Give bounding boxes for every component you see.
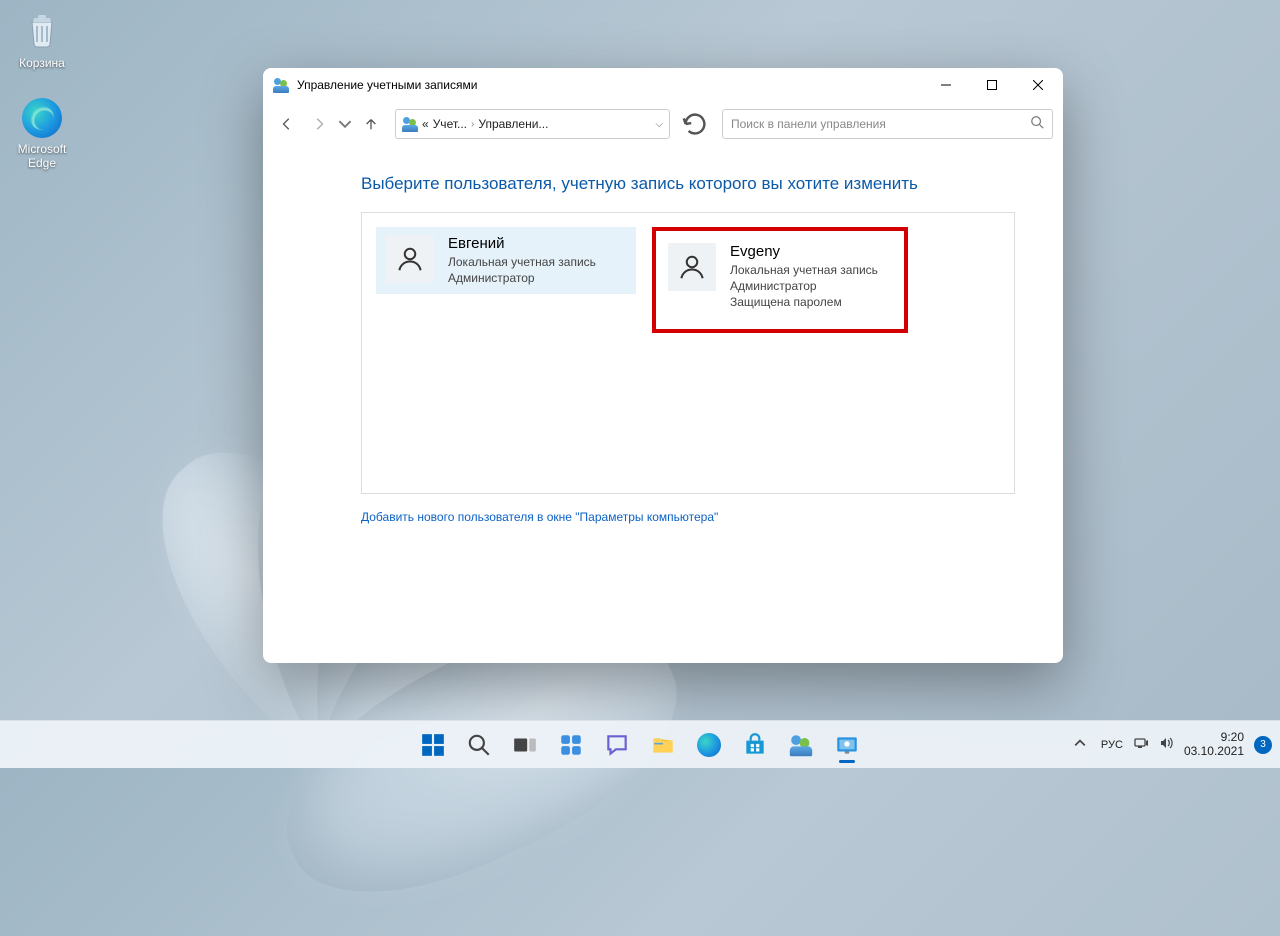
user-meta: Локальная учетная запись bbox=[730, 262, 878, 278]
folder-icon bbox=[650, 732, 676, 758]
taskbar-store[interactable] bbox=[735, 725, 775, 765]
tray-status-icons[interactable] bbox=[1133, 735, 1174, 754]
taskbar-edge[interactable] bbox=[689, 725, 729, 765]
taskbar-chat[interactable] bbox=[597, 725, 637, 765]
breadcrumb-part[interactable]: Учет... bbox=[433, 117, 467, 131]
breadcrumb-prefix: « bbox=[422, 117, 429, 131]
user-accounts-icon bbox=[788, 732, 814, 758]
chevron-right-icon: › bbox=[471, 119, 474, 130]
search-icon bbox=[466, 732, 492, 758]
clock-time: 9:20 bbox=[1184, 731, 1244, 745]
add-user-link[interactable]: Добавить нового пользователя в окне "Пар… bbox=[361, 510, 718, 524]
user-name: Евгений bbox=[448, 235, 596, 252]
windows-icon bbox=[420, 732, 446, 758]
avatar-icon bbox=[386, 235, 434, 283]
edge-icon bbox=[22, 98, 62, 138]
search-icon bbox=[1030, 115, 1044, 134]
window-title: Управление учетными записями bbox=[297, 78, 923, 92]
navbar: « Учет... › Управлени... ⌵ bbox=[263, 102, 1063, 146]
user-meta: Администратор bbox=[730, 278, 878, 294]
tray-overflow[interactable] bbox=[1069, 737, 1091, 752]
forward-button[interactable] bbox=[305, 110, 333, 138]
refresh-button[interactable] bbox=[680, 109, 710, 139]
search-input[interactable] bbox=[731, 117, 1030, 131]
taskview-icon bbox=[512, 732, 538, 758]
system-tray: РУС 9:20 03.10.2021 3 bbox=[1069, 731, 1272, 759]
user-grid: Евгений Локальная учетная запись Админис… bbox=[361, 212, 1015, 494]
search-box[interactable] bbox=[722, 109, 1053, 139]
language-indicator[interactable]: РУС bbox=[1101, 739, 1123, 751]
back-button[interactable] bbox=[273, 110, 301, 138]
start-button[interactable] bbox=[413, 725, 453, 765]
taskbar-user-accounts[interactable] bbox=[781, 725, 821, 765]
store-icon bbox=[742, 732, 768, 758]
user-card[interactable]: Евгений Локальная учетная запись Админис… bbox=[376, 227, 636, 294]
desktop-icon-label: Корзина bbox=[4, 56, 80, 70]
control-panel-window: Управление учетными записями « Учет... ›… bbox=[263, 68, 1063, 663]
breadcrumb-part[interactable]: Управлени... bbox=[478, 117, 548, 131]
taskbar-search[interactable] bbox=[459, 725, 499, 765]
user-name: Evgeny bbox=[730, 243, 878, 260]
content-area: Выберите пользователя, учетную запись ко… bbox=[263, 146, 1063, 663]
chevron-down-icon[interactable]: ⌵ bbox=[655, 119, 663, 130]
volume-icon bbox=[1158, 735, 1174, 754]
user-meta: Защищена паролем bbox=[730, 294, 878, 310]
avatar-icon bbox=[668, 243, 716, 291]
minimize-button[interactable] bbox=[923, 68, 969, 102]
close-button[interactable] bbox=[1015, 68, 1061, 102]
clock-date: 03.10.2021 bbox=[1184, 745, 1244, 759]
desktop-icon-label: Microsoft Edge bbox=[4, 142, 80, 170]
titlebar[interactable]: Управление учетными записями bbox=[263, 68, 1063, 102]
desktop-icon-recycle-bin[interactable]: Корзина bbox=[4, 8, 80, 70]
taskbar-explorer[interactable] bbox=[643, 725, 683, 765]
user-meta: Локальная учетная запись bbox=[448, 254, 596, 270]
desktop-icon-edge[interactable]: Microsoft Edge bbox=[4, 98, 80, 170]
network-icon bbox=[1133, 735, 1149, 754]
address-icon bbox=[402, 116, 418, 132]
user-card[interactable]: Evgeny Локальная учетная запись Админист… bbox=[652, 227, 908, 333]
clock[interactable]: 9:20 03.10.2021 bbox=[1184, 731, 1244, 759]
recent-dropdown[interactable] bbox=[337, 110, 353, 138]
app-icon bbox=[273, 77, 289, 93]
taskbar-taskview[interactable] bbox=[505, 725, 545, 765]
address-bar[interactable]: « Учет... › Управлени... ⌵ bbox=[395, 109, 670, 139]
widgets-icon bbox=[558, 732, 584, 758]
taskbar-widgets[interactable] bbox=[551, 725, 591, 765]
taskbar: РУС 9:20 03.10.2021 3 bbox=[0, 720, 1280, 768]
notification-badge[interactable]: 3 bbox=[1254, 736, 1272, 754]
chat-icon bbox=[604, 732, 630, 758]
edge-icon bbox=[696, 732, 722, 758]
page-heading: Выберите пользователя, учетную запись ко… bbox=[361, 174, 1015, 194]
maximize-button[interactable] bbox=[969, 68, 1015, 102]
recycle-bin-icon bbox=[20, 8, 64, 52]
up-button[interactable] bbox=[357, 110, 385, 138]
user-meta: Администратор bbox=[448, 270, 596, 286]
control-panel-icon bbox=[834, 732, 860, 758]
taskbar-control-panel[interactable] bbox=[827, 725, 867, 765]
